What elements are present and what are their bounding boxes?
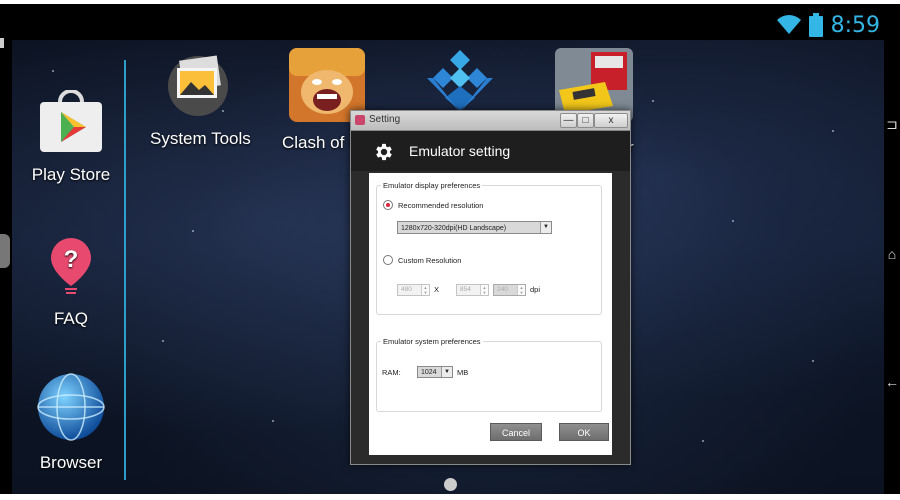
window-title: Setting <box>369 114 401 125</box>
x-separator: X <box>434 285 440 294</box>
ok-button[interactable]: OK <box>559 423 609 441</box>
custom-dpi-value: 240 <box>497 286 508 293</box>
dialog-header: Emulator setting <box>351 131 630 171</box>
close-button[interactable]: x <box>594 113 628 128</box>
custom-width-value: 480 <box>401 286 412 293</box>
recommended-resolution-radio[interactable] <box>383 200 393 210</box>
dock-divider <box>124 60 126 480</box>
emulator-screen: ⊐ ⌂ ← 8:59 Play Store ? FAQ Browser Syst… <box>0 4 900 494</box>
maximize-button[interactable]: □ <box>577 113 594 128</box>
app-label: Browser <box>39 453 103 472</box>
back-icon[interactable]: ← <box>884 374 900 390</box>
dialog-title: Emulator setting <box>409 143 511 159</box>
blue-diamond-app-icon <box>427 50 493 112</box>
clock: 8:59 <box>830 12 880 38</box>
side-handle <box>0 234 10 268</box>
app-play-store[interactable]: Play Store <box>30 89 112 185</box>
system-tools-icon <box>168 55 228 116</box>
recent-apps-icon[interactable]: ⊐ <box>884 116 900 132</box>
app-label: System Tools <box>150 129 251 148</box>
custom-resolution-option[interactable]: Custom Resolution <box>383 255 461 265</box>
group-legend: Emulator system preferences <box>381 337 483 346</box>
radio-label: Custom Resolution <box>398 255 462 265</box>
app-system-tools[interactable]: System Tools <box>150 48 251 149</box>
svg-text:?: ? <box>64 246 79 273</box>
system-preferences-group: Emulator system preferences RAM: 1024 ▼ … <box>376 337 602 412</box>
resolution-value: 1280x720-320dpi(HD Landscape) <box>401 225 507 232</box>
app-blue-diamond[interactable] <box>420 48 500 119</box>
cancel-button[interactable]: Cancel <box>490 423 542 441</box>
ram-unit-label: MB <box>457 368 469 377</box>
wifi-icon <box>776 15 801 35</box>
app-label: Play Store <box>31 165 111 184</box>
app-label: FAQ <box>53 309 88 328</box>
app-browser[interactable]: Browser <box>30 372 112 473</box>
group-legend: Emulator display preferences <box>381 181 483 190</box>
ram-label: RAM: <box>382 368 401 377</box>
question-pin-icon: ? <box>51 238 91 294</box>
dialog-body: Emulator display preferences Recommended… <box>369 173 612 455</box>
app-icon <box>355 115 365 125</box>
radio-label: Recommended resolution <box>398 200 484 210</box>
app-faq[interactable]: ? FAQ <box>30 236 112 329</box>
status-bar: 8:59 <box>776 12 880 38</box>
stepper-arrows-icon[interactable]: ▲ ▼ <box>480 285 488 295</box>
emulator-setting-dialog: Setting — □ x Emulator setting Emulator … <box>350 110 631 465</box>
resolution-select[interactable]: 1280x720-320dpi(HD Landscape) ▼ <box>397 221 552 234</box>
minimize-button[interactable]: — <box>560 113 577 128</box>
ram-select[interactable]: 1024 ▼ <box>417 366 453 378</box>
dialog-titlebar[interactable]: Setting — □ x <box>351 111 630 131</box>
chevron-down-icon[interactable]: ▼ <box>540 222 551 233</box>
dpi-unit-label: dpi <box>530 285 541 294</box>
page-indicator-dot[interactable] <box>444 478 457 491</box>
custom-height-value: 854 <box>460 286 471 293</box>
side-handle <box>0 38 4 48</box>
stepper-arrows-icon[interactable]: ▲ ▼ <box>421 285 429 295</box>
custom-resolution-radio[interactable] <box>383 255 393 265</box>
globe-icon <box>37 373 105 441</box>
battery-icon <box>808 13 823 37</box>
custom-dpi-stepper[interactable]: 240 ▲ ▼ <box>493 284 526 296</box>
stepper-arrows-icon[interactable]: ▲ ▼ <box>517 285 525 295</box>
ram-value: 1024 <box>421 369 437 376</box>
gear-icon <box>376 143 392 161</box>
home-icon[interactable]: ⌂ <box>884 246 900 262</box>
chevron-down-icon[interactable]: ▼ <box>441 367 452 377</box>
custom-height-stepper[interactable]: 854 ▲ ▼ <box>456 284 489 296</box>
play-store-icon <box>40 89 102 152</box>
recommended-resolution-option[interactable]: Recommended resolution <box>383 200 483 210</box>
display-preferences-group: Emulator display preferences Recommended… <box>376 181 602 315</box>
custom-width-stepper[interactable]: 480 ▲ ▼ <box>397 284 430 296</box>
